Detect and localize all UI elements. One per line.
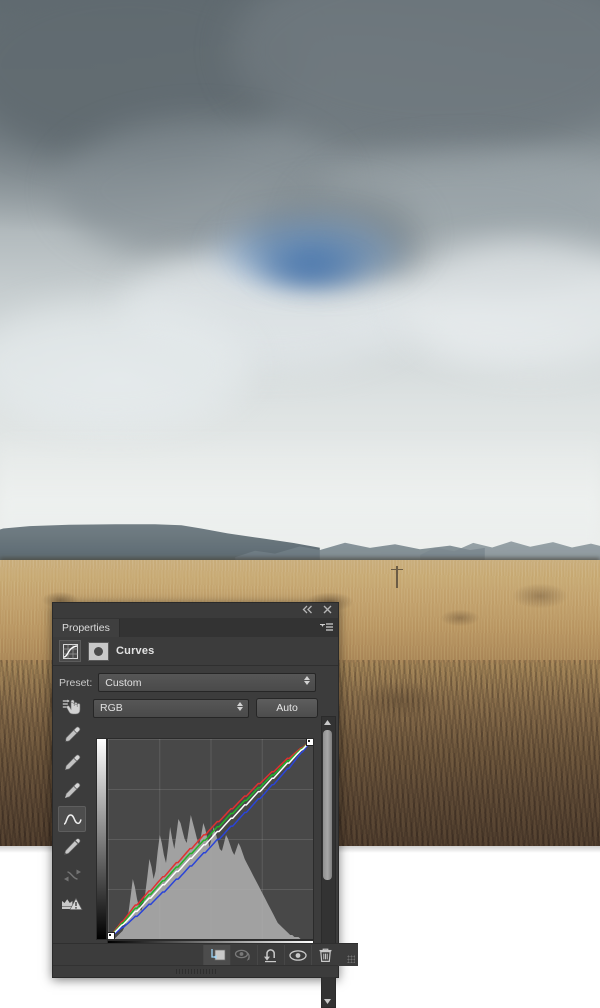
tab-row-filler xyxy=(120,619,338,637)
layer-mask-thumbnail-icon[interactable] xyxy=(88,641,109,661)
scrollbar-thumb[interactable] xyxy=(323,730,332,880)
channel-value: RGB xyxy=(100,702,123,714)
white-point-eyedropper[interactable] xyxy=(58,778,86,804)
preset-value: Custom xyxy=(105,676,142,689)
gray-point-eyedropper[interactable] xyxy=(58,750,86,776)
smooth-curve-button[interactable] xyxy=(58,862,86,888)
blue-sky-core xyxy=(250,250,370,292)
output-gradient-bar xyxy=(96,738,107,940)
clip-to-layer-button[interactable] xyxy=(203,945,230,965)
preset-row: Preset: Custom xyxy=(53,666,338,692)
properties-panel[interactable]: Properties Curves Preset: Custom RGB Aut… xyxy=(52,602,358,1008)
panel-titlebar[interactable] xyxy=(53,603,338,619)
draw-curve-pencil-tool[interactable] xyxy=(58,834,86,860)
mask-dot xyxy=(94,646,103,656)
close-icon[interactable] xyxy=(322,604,333,615)
panel-status-bar xyxy=(53,965,338,977)
toggle-previous-state-button[interactable] xyxy=(230,945,257,965)
curves-adjustment-icon[interactable] xyxy=(59,640,81,662)
utility-pole-crossarm xyxy=(391,569,403,570)
status-grip-icon[interactable] xyxy=(175,969,216,974)
toggle-visibility-button[interactable] xyxy=(284,945,311,965)
collapse-to-icons-icon[interactable] xyxy=(302,604,313,615)
curve-lines xyxy=(108,739,313,939)
adjustment-header: Curves xyxy=(53,637,338,666)
curves-graph[interactable] xyxy=(96,738,319,960)
delete-button[interactable] xyxy=(311,945,338,965)
auto-button[interactable]: Auto xyxy=(256,698,318,718)
panel-body: Preset: Custom RGB Auto xyxy=(53,666,338,1008)
panel-tab-row[interactable]: Properties xyxy=(53,619,338,637)
curve-point-black[interactable] xyxy=(108,932,115,939)
preset-label: Preset: xyxy=(59,676,93,689)
resize-grip-icon[interactable] xyxy=(347,955,355,963)
channel-row: RGB Auto xyxy=(53,692,338,718)
edit-points-tool[interactable] xyxy=(58,806,86,832)
targeted-adjustment-tool[interactable] xyxy=(58,694,86,720)
page-title: Curves xyxy=(116,645,155,657)
curves-tool-column xyxy=(57,694,87,916)
clipping-warning-toggle[interactable] xyxy=(58,890,86,916)
stepper-arrows-icon[interactable] xyxy=(304,676,311,685)
reset-button[interactable] xyxy=(257,945,284,965)
black-point-eyedropper[interactable] xyxy=(58,722,86,748)
panel-footer xyxy=(53,943,358,966)
curve-point-white[interactable] xyxy=(306,739,313,746)
screen-root: Properties Curves Preset: Custom RGB Aut… xyxy=(0,0,600,1008)
stepper-arrows-icon[interactable] xyxy=(237,701,243,711)
channel-select[interactable]: RGB xyxy=(93,698,249,718)
scroll-down-arrow-icon[interactable] xyxy=(322,996,333,1007)
scroll-up-arrow-icon[interactable] xyxy=(322,717,333,728)
tab-properties[interactable]: Properties xyxy=(53,619,120,637)
curve-plot-area[interactable] xyxy=(107,738,314,940)
panel-menu-icon[interactable] xyxy=(320,623,333,633)
preset-select[interactable]: Custom xyxy=(98,673,317,692)
